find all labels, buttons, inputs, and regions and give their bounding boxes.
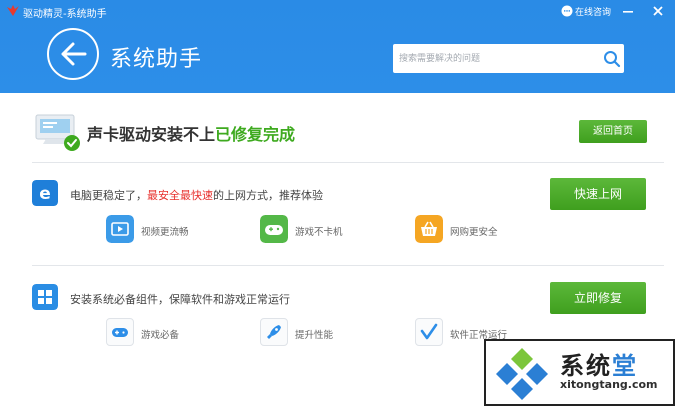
- svg-text:e: e: [39, 184, 51, 204]
- window-title: 驱动精灵-系统助手: [23, 9, 107, 20]
- back-button[interactable]: [47, 28, 99, 80]
- online-help-link[interactable]: 在线咨询: [575, 5, 611, 18]
- system-assistant-window: 驱动精灵-系统助手 在线咨询 系统助手 搜索需要解决的问题 声卡驱动安装不上已修…: [0, 0, 675, 406]
- shopping-basket-icon: [415, 215, 443, 243]
- repair-now-button[interactable]: 立即修复: [550, 282, 646, 314]
- search-icon[interactable]: [603, 50, 621, 68]
- header-bar: 驱动精灵-系统助手 在线咨询 系统助手: [0, 0, 675, 93]
- feature-label-performance: 提升性能: [295, 330, 334, 341]
- windows-components-icon: [32, 284, 58, 310]
- watermark-url: xitongtang.com: [560, 378, 658, 391]
- title-bar: 驱动精灵-系统助手 在线咨询: [0, 0, 675, 22]
- divider: [32, 162, 664, 163]
- promo-text-after: 的上网方式，推荐体验: [213, 189, 323, 202]
- software-ok-badge: [415, 318, 443, 346]
- watermark-title: 系统堂: [560, 346, 638, 381]
- computer-repaired-icon: [35, 114, 80, 151]
- feature-label-shopping: 网购更安全: [450, 227, 498, 238]
- ie-browser-icon: e: [32, 180, 58, 206]
- feature-label-game-essentials: 游戏必备: [141, 330, 180, 341]
- search-box[interactable]: [393, 44, 624, 73]
- promo-text-highlight: 最安全最快速: [147, 189, 213, 202]
- minimize-icon[interactable]: [620, 3, 636, 19]
- watermark-logo-icon: [496, 348, 548, 400]
- return-home-button[interactable]: 返回首页: [579, 120, 647, 143]
- search-input[interactable]: [399, 50, 589, 67]
- check-icon: [420, 323, 438, 340]
- divider: [32, 265, 664, 266]
- chat-help-icon[interactable]: [561, 5, 573, 17]
- close-icon[interactable]: [650, 3, 666, 19]
- repair-issue-text: 声卡驱动安装不上: [87, 125, 216, 144]
- page-title: 系统助手: [110, 47, 203, 72]
- watermark-title-highlight: 堂: [612, 351, 638, 380]
- video-icon: [106, 215, 134, 243]
- arrow-left-icon: [61, 42, 87, 66]
- internet-promo-text: 电脑更稳定了，最安全最快速的上网方式，推荐体验: [70, 187, 323, 203]
- repair-status-text: 声卡驱动安装不上已修复完成: [87, 121, 295, 145]
- game-essentials-badge: [106, 318, 134, 346]
- promo-text-before: 电脑更稳定了，: [70, 189, 147, 202]
- watermark-title-main: 系统: [560, 351, 612, 380]
- repair-done-text: 已修复完成: [215, 125, 296, 144]
- components-text: 安装系统必备组件，保障软件和游戏正常运行: [70, 293, 290, 306]
- fast-internet-button[interactable]: 快速上网: [550, 178, 646, 210]
- feature-label-game: 游戏不卡机: [295, 227, 343, 238]
- gamepad-icon: [112, 328, 128, 337]
- performance-badge: [260, 318, 288, 346]
- rocket-icon: [267, 325, 281, 339]
- gamepad-icon: [260, 215, 288, 243]
- app-logo-icon: [7, 5, 19, 16]
- feature-label-video: 视频更流畅: [141, 227, 189, 238]
